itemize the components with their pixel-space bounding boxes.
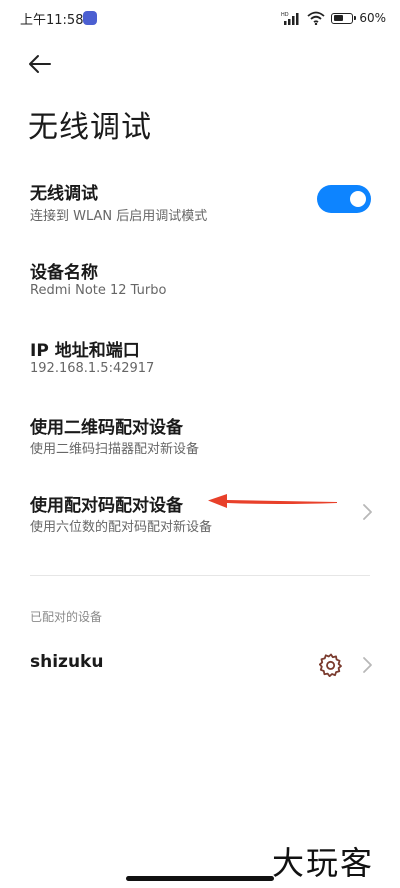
toggle-knob (350, 191, 366, 207)
status-icons: HD 60% (281, 9, 386, 27)
home-indicator[interactable] (126, 876, 274, 881)
app-notification-icon (83, 11, 97, 25)
ip-port-row: IP 地址和端口 192.168.1.5:42917 (0, 333, 400, 383)
wifi-icon (307, 11, 325, 25)
gear-icon[interactable] (319, 653, 343, 677)
hd-signal-icon: HD (281, 12, 299, 25)
chevron-right-icon (363, 657, 372, 673)
watermark: 大玩客 (272, 844, 375, 882)
paired-device-name: shizuku (30, 652, 104, 672)
status-bar: 上午11:58 HD 60% (0, 0, 400, 36)
ip-port-value: 192.168.1.5:42917 (30, 361, 155, 376)
wireless-debugging-toggle[interactable] (317, 185, 371, 213)
device-name-row[interactable]: 设备名称 Redmi Note 12 Turbo (0, 255, 400, 305)
battery-icon (331, 12, 357, 24)
page-title: 无线调试 (28, 110, 152, 145)
svg-text:HD: HD (281, 12, 289, 18)
status-time: 上午11:58 (20, 13, 84, 28)
code-pairing-title: 使用配对码配对设备 (30, 496, 183, 516)
chevron-right-icon (363, 504, 372, 520)
code-pairing-row[interactable]: 使用配对码配对设备 使用六位数的配对码配对新设备 (0, 488, 400, 538)
paired-devices-label: 已配对的设备 (30, 610, 103, 624)
battery-fill (333, 15, 343, 21)
qr-pairing-subtitle: 使用二维码扫描器配对新设备 (30, 442, 200, 457)
back-arrow-icon (29, 55, 51, 73)
back-button[interactable] (26, 50, 54, 78)
qr-pairing-title: 使用二维码配对设备 (30, 418, 183, 438)
device-name-value: Redmi Note 12 Turbo (30, 283, 167, 298)
annotation-arrow (208, 494, 337, 508)
ip-port-title: IP 地址和端口 (30, 341, 140, 361)
wireless-debugging-title: 无线调试 (30, 184, 98, 204)
qr-pairing-row[interactable]: 使用二维码配对设备 使用二维码扫描器配对新设备 (0, 410, 400, 460)
section-divider (30, 575, 370, 576)
battery-percent: 60% (359, 11, 386, 25)
code-pairing-subtitle: 使用六位数的配对码配对新设备 (30, 520, 213, 535)
wireless-debugging-subtitle: 连接到 WLAN 后启用调试模式 (30, 209, 208, 224)
device-name-title: 设备名称 (30, 263, 98, 283)
